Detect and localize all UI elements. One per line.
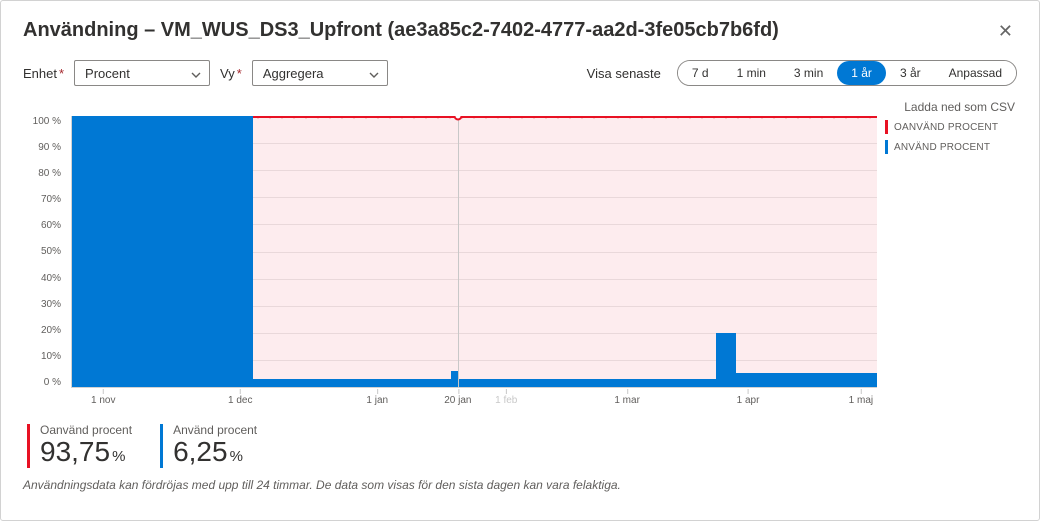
chart-plot[interactable] — [71, 116, 877, 388]
stats-row: Oanvänd procent 93,75% Använd procent 6,… — [23, 424, 1017, 468]
time-range-option[interactable]: 3 min — [780, 61, 837, 85]
page-title: Användning – VM_WUS_DS3_Upfront (ae3a85c… — [23, 19, 779, 42]
controls-row: Enhet* Procent Vy* Aggregera Visa senast… — [23, 60, 1017, 86]
legend-unused[interactable]: OANVÄND PROCENT — [885, 120, 1017, 134]
chevron-down-icon — [369, 66, 379, 81]
chart-wrap: 100 %90 %80 %70%60%50%40%30%20%10%0 % 1 … — [23, 116, 1017, 406]
unit-select-value: Procent — [85, 66, 130, 81]
y-axis-labels: 100 %90 %80 %70%60%50%40%30%20%10%0 % — [23, 116, 67, 388]
footer-note: Användningsdata kan fördröjas med upp ti… — [23, 478, 1017, 492]
panel-header: Användning – VM_WUS_DS3_Upfront (ae3a85c… — [23, 19, 1017, 60]
range-label: Visa senaste — [587, 66, 661, 81]
x-axis-labels: 1 nov1 dec1 jan20 jan1 feb1 mar1 apr1 ma… — [71, 390, 877, 406]
stat-unused: Oanvänd procent 93,75% — [27, 424, 132, 468]
view-select[interactable]: Aggregera — [252, 60, 388, 86]
time-range-option[interactable]: 1 år — [837, 61, 886, 85]
time-range-option[interactable]: 1 min — [723, 61, 780, 85]
usage-panel: Användning – VM_WUS_DS3_Upfront (ae3a85c… — [0, 0, 1040, 521]
chart-area: 100 %90 %80 %70%60%50%40%30%20%10%0 % 1 … — [23, 116, 877, 406]
stat-used: Använd procent 6,25% — [160, 424, 257, 468]
legend-used[interactable]: ANVÄND PROCENT — [885, 140, 1017, 154]
view-label: Vy* — [220, 66, 242, 81]
unit-label: Enhet* — [23, 66, 64, 81]
unit-select[interactable]: Procent — [74, 60, 210, 86]
legend-swatch-red — [885, 120, 888, 134]
time-range-option[interactable]: Anpassad — [935, 61, 1016, 85]
time-range-option[interactable]: 7 d — [678, 61, 723, 85]
view-select-value: Aggregera — [263, 66, 324, 81]
chevron-down-icon — [191, 66, 201, 81]
download-csv-link[interactable]: Ladda ned som CSV — [23, 100, 1017, 114]
close-icon[interactable]: ✕ — [994, 19, 1017, 44]
legend-swatch-blue — [885, 140, 888, 154]
legend: OANVÄND PROCENT ANVÄND PROCENT — [877, 116, 1017, 160]
time-range-picker: 7 d1 min3 min1 år3 årAnpassad — [677, 60, 1017, 86]
time-range-option[interactable]: 3 år — [886, 61, 935, 85]
